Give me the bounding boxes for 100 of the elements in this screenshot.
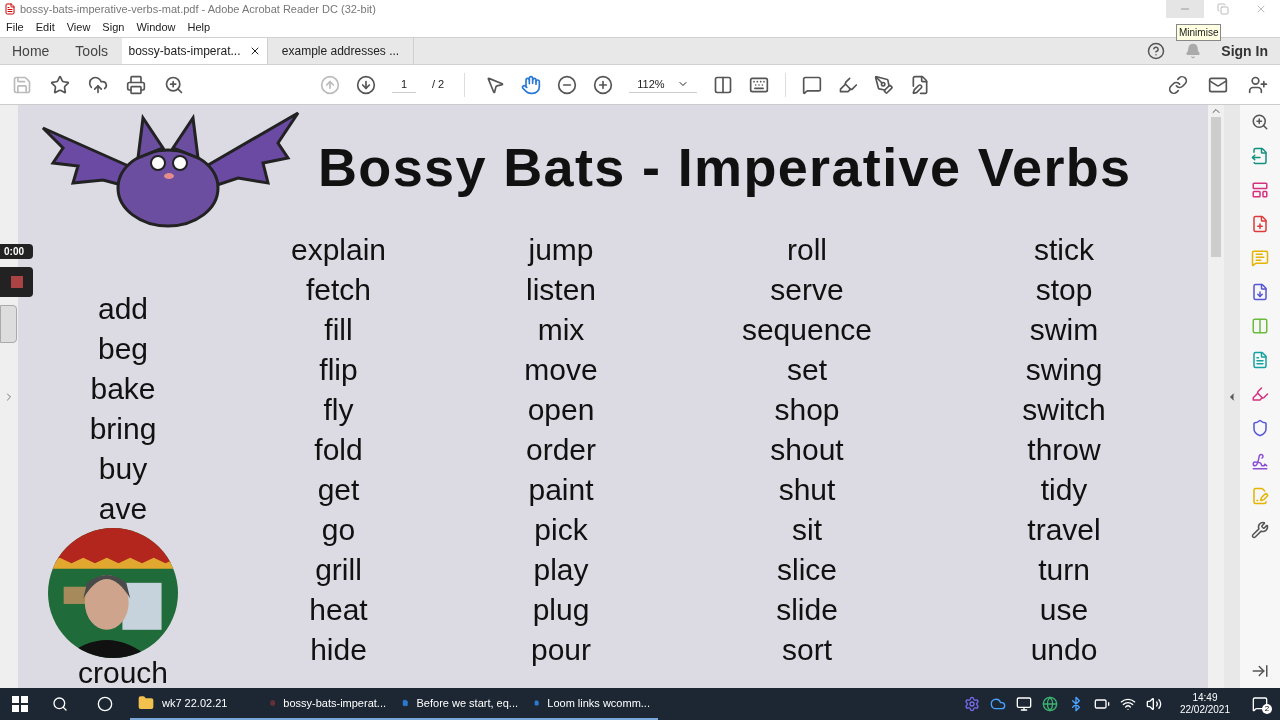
monitor-icon[interactable] xyxy=(1015,696,1032,712)
add-user-icon[interactable] xyxy=(1248,74,1268,95)
wifi-icon[interactable] xyxy=(1119,696,1136,712)
verb: paint xyxy=(528,472,594,508)
worksheet-title: Bossy Bats - Imperative Verbs xyxy=(318,136,1132,199)
verb: open xyxy=(527,392,595,428)
verb: bring xyxy=(89,411,157,447)
verb: plug xyxy=(532,592,590,628)
menu-item[interactable]: Edit xyxy=(35,19,55,36)
battery-icon[interactable] xyxy=(1093,696,1110,712)
nav-tab[interactable]: Home xyxy=(12,40,50,62)
verb: play xyxy=(533,552,589,588)
menu-item[interactable]: Window xyxy=(136,19,176,36)
add-file-icon[interactable] xyxy=(1251,215,1269,233)
verb: explain xyxy=(290,232,387,268)
verb: stop xyxy=(1035,272,1093,308)
verb: throw xyxy=(1027,432,1101,468)
page-number-field[interactable]: 1 xyxy=(392,75,416,94)
clock-time: 14:49 xyxy=(1192,692,1218,704)
verb: travel xyxy=(1027,512,1101,548)
stop-icon xyxy=(10,276,23,288)
pdf-icon xyxy=(4,3,16,15)
comment-icon[interactable] xyxy=(801,74,822,95)
verb: stick xyxy=(1034,232,1094,268)
search-icon[interactable] xyxy=(52,696,68,712)
verb: crouch xyxy=(77,658,168,688)
clock-date: 22/02/2021 xyxy=(1179,704,1230,716)
volume-icon[interactable] xyxy=(1145,696,1162,712)
windows-logo-icon[interactable] xyxy=(12,696,28,712)
zoom-out-icon[interactable] xyxy=(557,74,578,95)
verb: hide xyxy=(310,632,367,668)
search-icon[interactable] xyxy=(1251,113,1269,131)
verb: serve xyxy=(770,272,844,308)
zoom-dropdown[interactable]: 112% xyxy=(629,75,697,94)
verb: jump xyxy=(528,232,594,268)
menu-item[interactable]: View xyxy=(66,19,91,36)
export-file-icon[interactable] xyxy=(1251,147,1269,165)
shield-icon[interactable] xyxy=(1251,419,1269,437)
signature-icon[interactable] xyxy=(1251,453,1269,471)
verb: slice xyxy=(777,552,837,588)
taskbar-app[interactable]: Before we start, eq... xyxy=(394,688,526,720)
taskbar-app[interactable]: wk7 22.02.21 xyxy=(130,688,262,720)
close-icon xyxy=(1255,3,1267,15)
drag-handle[interactable] xyxy=(0,305,17,343)
verb: move xyxy=(524,352,598,388)
verb: add xyxy=(97,291,149,327)
verb: fill xyxy=(324,312,353,348)
wrench-icon[interactable] xyxy=(1251,521,1269,539)
sign-in-link[interactable]: Sign In xyxy=(1221,40,1268,62)
verb: fly xyxy=(323,392,354,428)
verb: ave xyxy=(98,491,148,527)
file-download-icon[interactable] xyxy=(1251,283,1269,301)
window-title: bossy-bats-imperative-verbs-mat.pdf - Adobe Acrobat Reader DC (32-bit) xyxy=(20,1,376,17)
star-icon[interactable] xyxy=(50,74,70,95)
menu-item[interactable]: File xyxy=(6,19,24,36)
printer-icon[interactable] xyxy=(126,74,146,95)
pen-icon[interactable] xyxy=(873,74,894,95)
task-view-icon[interactable] xyxy=(97,696,113,712)
highlighter-icon[interactable] xyxy=(1251,385,1269,403)
hand-icon[interactable] xyxy=(521,74,542,95)
verb: fetch xyxy=(305,272,371,308)
nav-tab[interactable]: Tools xyxy=(75,40,109,62)
taskbar-app[interactable]: Loom links wcomm... xyxy=(526,688,658,720)
verb: turn xyxy=(1038,552,1090,588)
verb: switch xyxy=(1022,392,1106,428)
verb: sort xyxy=(782,632,832,668)
verb: shop xyxy=(774,392,840,428)
search-icon[interactable] xyxy=(164,74,184,95)
verb: go xyxy=(321,512,356,548)
notification-count: 2 xyxy=(1262,704,1272,714)
verb: use xyxy=(1039,592,1089,628)
next-page-icon[interactable] xyxy=(356,74,376,95)
verb: fold xyxy=(314,432,363,468)
scrollbar-thumb[interactable] xyxy=(1211,117,1221,257)
document-tab[interactable]: bossy-bats-imperat... xyxy=(122,38,268,64)
layout-icon[interactable] xyxy=(1251,181,1269,199)
menu-item[interactable]: Sign xyxy=(102,19,125,36)
verb: heat xyxy=(309,592,368,628)
verb: swing xyxy=(1025,352,1103,388)
verb: beg xyxy=(97,331,149,367)
taskbar-app[interactable]: bossy-bats-imperat... xyxy=(262,688,394,720)
recording-timer: 0:00 xyxy=(0,244,33,259)
tooltip: Minimise xyxy=(1176,24,1222,41)
compare-file-icon[interactable] xyxy=(1251,351,1269,369)
link-icon[interactable] xyxy=(1168,74,1188,95)
gear-icon[interactable] xyxy=(963,696,980,712)
verb: mix xyxy=(537,312,585,348)
help-icon[interactable] xyxy=(1147,42,1166,60)
stop-button[interactable] xyxy=(0,267,33,297)
cloud-upload-icon[interactable] xyxy=(88,74,108,95)
page-fit-icon[interactable] xyxy=(712,74,733,95)
notifications-button[interactable]: 2 xyxy=(1248,694,1272,714)
collapse-panel-icon[interactable] xyxy=(1251,662,1269,680)
verb: tidy xyxy=(1040,472,1088,508)
verb: get xyxy=(317,472,360,508)
globe-icon[interactable] xyxy=(1041,696,1058,712)
menu-item[interactable]: Help xyxy=(187,19,211,36)
highlighter-icon[interactable] xyxy=(837,74,858,95)
zoom-in-icon[interactable] xyxy=(593,74,614,95)
cloud-icon[interactable] xyxy=(989,696,1006,712)
